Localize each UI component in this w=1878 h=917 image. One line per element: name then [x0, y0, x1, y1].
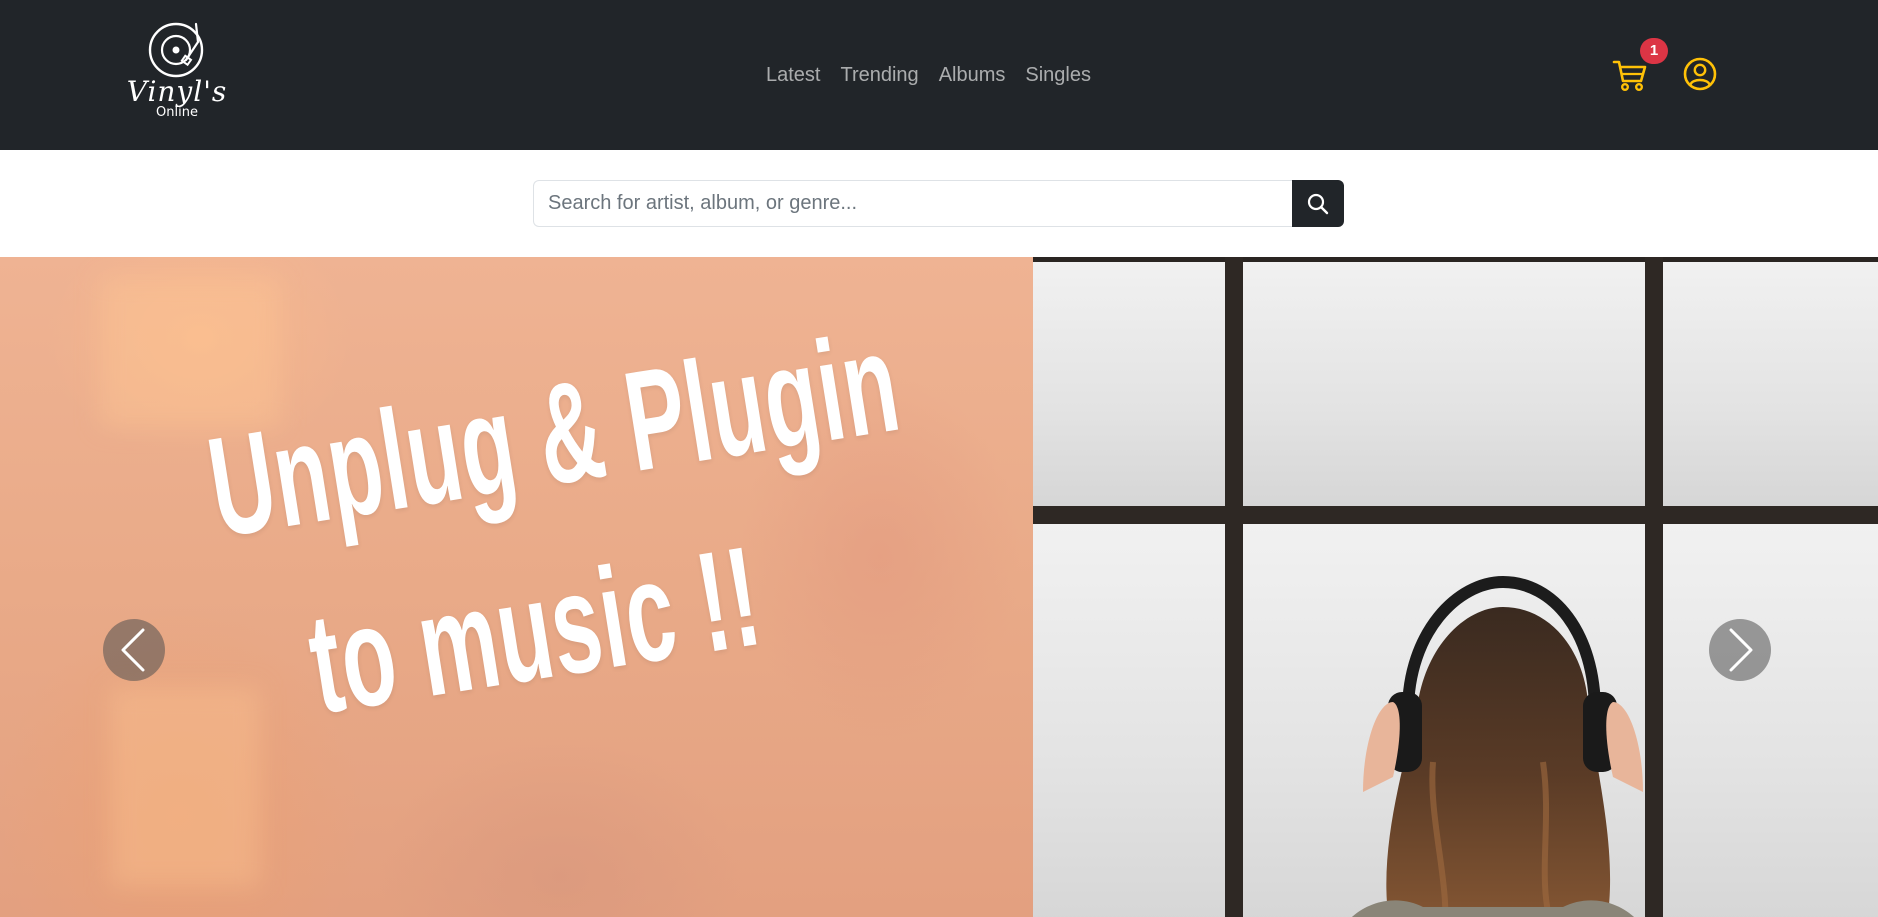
- nav-link-latest[interactable]: Latest: [756, 60, 830, 90]
- slogan-slide: Unplug & Plugin to music !!: [0, 257, 1033, 917]
- woman-with-headphones: [1352, 575, 1643, 917]
- hero-carousel: Unplug & Plugin to music !!: [0, 257, 1878, 917]
- headphones-photo: [1033, 257, 1878, 917]
- nav-link-trending[interactable]: Trending: [830, 60, 928, 90]
- brand-name: Vinyl's: [126, 75, 228, 108]
- cart-count-badge: 1: [1640, 38, 1668, 64]
- window-pane: [1663, 262, 1878, 506]
- cart-icon: [1612, 60, 1647, 92]
- window-pane: [1243, 262, 1645, 506]
- search-form: [533, 180, 1344, 227]
- nav-link-albums[interactable]: Albums: [929, 60, 1016, 90]
- brand-logo[interactable]: Vinyl's Online: [118, 20, 236, 124]
- chevron-left-icon: [121, 628, 145, 672]
- main-nav: Latest Trending Albums Singles: [756, 60, 1101, 90]
- account-button[interactable]: [1683, 57, 1717, 91]
- search-icon: [1307, 193, 1329, 214]
- chevron-right-icon: [1729, 628, 1753, 672]
- carousel-prev-button[interactable]: [103, 619, 165, 681]
- window-mullion: [1225, 257, 1243, 917]
- search-input[interactable]: [533, 180, 1292, 227]
- user-circle-icon: [1683, 57, 1717, 91]
- window-pane: [1663, 524, 1878, 917]
- window-pane: [1033, 262, 1225, 506]
- cart-button[interactable]: [1612, 56, 1648, 92]
- window-mullion: [1033, 506, 1878, 524]
- nav-link-singles[interactable]: Singles: [1015, 60, 1101, 90]
- carousel-next-button[interactable]: [1709, 619, 1771, 681]
- brand-tagline: Online: [156, 105, 198, 120]
- navbar: Vinyl's Online Latest Trending Albums Si…: [0, 0, 1878, 150]
- window-pane: [1033, 524, 1225, 917]
- turntable-record-icon: [148, 22, 204, 78]
- search-button[interactable]: [1292, 180, 1344, 227]
